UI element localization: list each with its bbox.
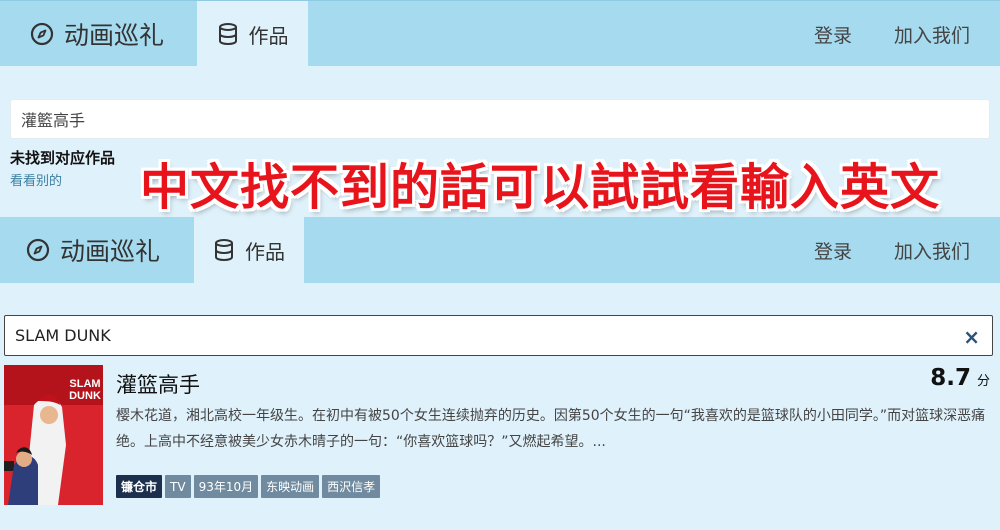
poster-title-line1: SLAM: [69, 378, 100, 390]
not-found-message: 未找到对应作品: [10, 149, 116, 167]
tag-location[interactable]: 镰仓市: [116, 475, 163, 498]
search-input[interactable]: 灌籃高手: [10, 99, 990, 139]
tag-director[interactable]: 西沢信孝: [322, 475, 381, 498]
tag-date[interactable]: 93年10月: [193, 475, 259, 498]
brand-link[interactable]: 动画巡礼: [26, 217, 160, 283]
login-link[interactable]: 登录: [814, 217, 852, 283]
join-link[interactable]: 加入我们: [894, 1, 970, 67]
join-link[interactable]: 加入我们: [894, 217, 970, 283]
tag-type[interactable]: TV: [165, 475, 191, 498]
brand-label: 动画巡礼: [64, 21, 165, 50]
poster-image: SLAM DUNK: [4, 365, 103, 505]
search-input[interactable]: SLAM DUNK ×: [4, 315, 993, 356]
tab-works-label: 作品: [245, 239, 285, 264]
navbar: 动画巡礼 作品 登录 加入我们: [0, 217, 1000, 283]
overlay-caption: 中文找不到的話可以試試看輸入英文: [140, 159, 941, 216]
result-title[interactable]: 灌篮高手: [116, 369, 200, 399]
tab-works[interactable]: 作品: [194, 217, 304, 283]
tag-studio[interactable]: 东映动画: [261, 475, 320, 498]
login-link[interactable]: 登录: [814, 1, 852, 67]
poster-title-line2: DUNK: [69, 390, 101, 402]
navbar: 动画巡礼 作品 登录 加入我们: [0, 0, 1000, 67]
anime-poster[interactable]: SLAM DUNK: [4, 365, 103, 505]
database-icon: [215, 239, 233, 262]
tag-list: 镰仓市 TV 93年10月 东映动画 西沢信孝: [116, 475, 381, 498]
look-other-link[interactable]: 看看别的: [10, 170, 62, 189]
tab-works-label: 作品: [248, 23, 289, 48]
clear-icon[interactable]: ×: [963, 325, 980, 349]
score: 8.7 分: [930, 365, 990, 391]
brand-label: 动画巡礼: [60, 237, 161, 266]
tab-works[interactable]: 作品: [197, 1, 308, 67]
compass-icon: [30, 22, 54, 46]
search-value: SLAM DUNK: [15, 326, 111, 345]
result-description: 樱木花道，湘北高校一年级生。在初中有被50个女生连续抛弃的历史。因第50个女生的…: [116, 408, 986, 450]
compass-icon: [26, 238, 50, 262]
brand-link[interactable]: 动画巡礼: [30, 1, 164, 67]
score-unit: 分: [976, 374, 990, 389]
score-value: 8.7: [930, 365, 971, 391]
database-icon: [218, 23, 237, 46]
